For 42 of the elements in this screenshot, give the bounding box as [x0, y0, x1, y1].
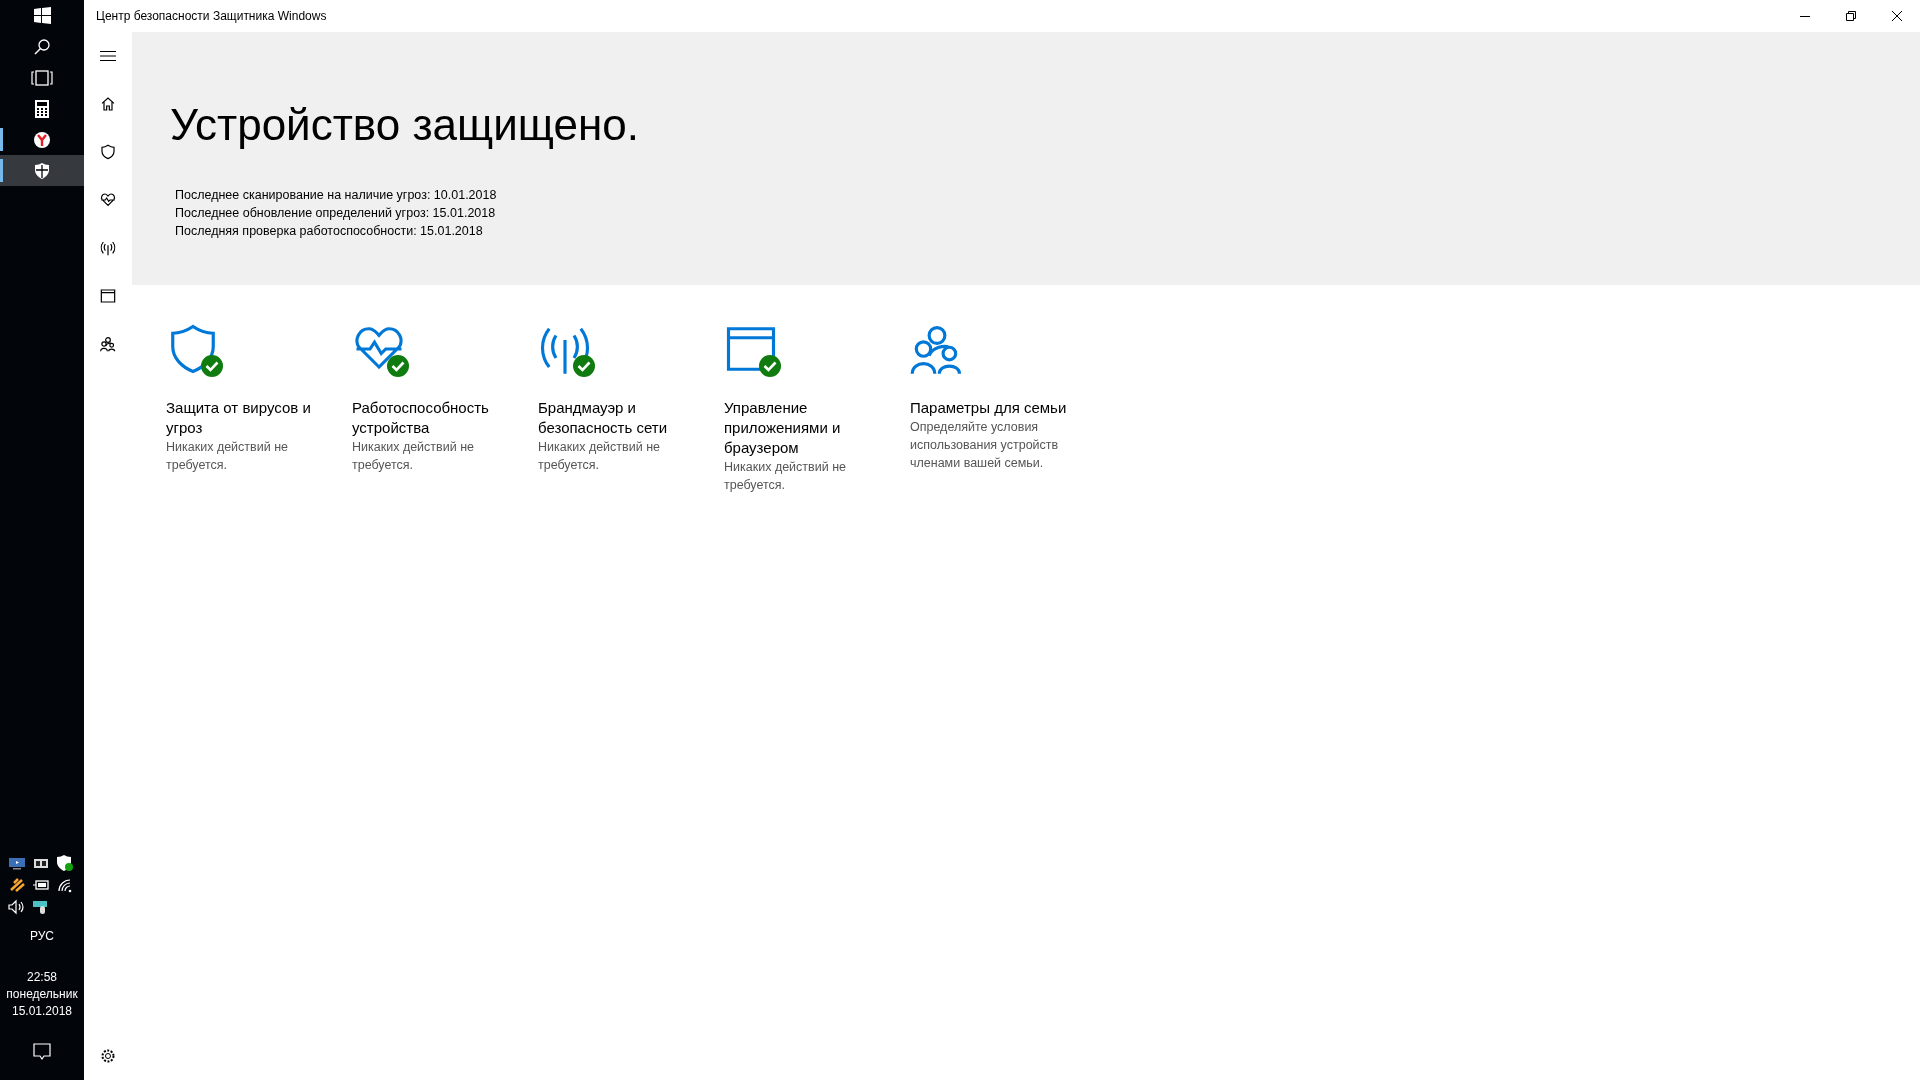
card-status-text: Определяйте условия использования устройств членами вашей семьи. [910, 419, 1060, 472]
language-indicator[interactable]: РУС [0, 929, 84, 943]
card-title-link[interactable]: Параметры для семьи [910, 398, 1072, 418]
network-icon [100, 240, 116, 256]
task-view-icon [31, 69, 53, 86]
shield-icon [35, 162, 49, 179]
shield-check-icon[interactable] [56, 855, 74, 871]
browser-logo-icon [34, 131, 50, 148]
card-status-text: Никаких действий не требуется. [538, 439, 661, 474]
shield-icon [100, 144, 116, 160]
family-icon [100, 336, 116, 352]
card-title-link[interactable]: Защита от вирусов и угроз [166, 398, 328, 438]
close-icon [1892, 11, 1902, 21]
health-icon [100, 192, 116, 208]
keyboard-mouse-icon[interactable] [32, 899, 50, 915]
card-status-text: Никаких действий не требуется. [166, 439, 289, 474]
settings-icon [100, 1048, 116, 1064]
card-status-text: Никаких действий не требуется. [352, 439, 475, 474]
window-title: Центр безопасности Защитника Windows [95, 9, 328, 23]
search-icon [34, 38, 50, 55]
wifi-icon[interactable] [56, 877, 74, 893]
plug-icon[interactable] [8, 877, 26, 893]
speech-bubble-icon [33, 1043, 51, 1061]
battery-icon[interactable] [32, 877, 50, 893]
card-title-link[interactable]: Управление приложениями и браузером [724, 398, 886, 458]
monitor-icon[interactable] [8, 855, 26, 871]
status-line: Последнее сканирование на наличие угроз: 10.01.2018 [175, 187, 498, 204]
card-title-link[interactable]: Работоспособность устройства [352, 398, 514, 438]
card-status-text: Никаких действий не требуется. [724, 459, 847, 494]
home-icon [100, 96, 116, 112]
clock[interactable]: 22:58 понедельник 15.01.2018 [0, 969, 84, 1020]
speaker-icon[interactable] [8, 899, 26, 915]
taskbar-app-button[interactable] [0, 155, 84, 186]
restore-icon [1846, 11, 1856, 21]
app-icon [100, 288, 116, 304]
card-title-link[interactable]: Брандмауэр и безопасность сети [538, 398, 700, 438]
status-line: Последняя проверка работоспособности: 15.01.2018 [175, 223, 484, 240]
status-title: Устройство защищено. [170, 100, 640, 150]
windows-logo-icon [33, 7, 51, 24]
menu-icon [100, 50, 116, 62]
calculator-icon [35, 99, 49, 118]
status-line: Последнее обновление определений угроз: 15.01.2018 [175, 205, 497, 222]
